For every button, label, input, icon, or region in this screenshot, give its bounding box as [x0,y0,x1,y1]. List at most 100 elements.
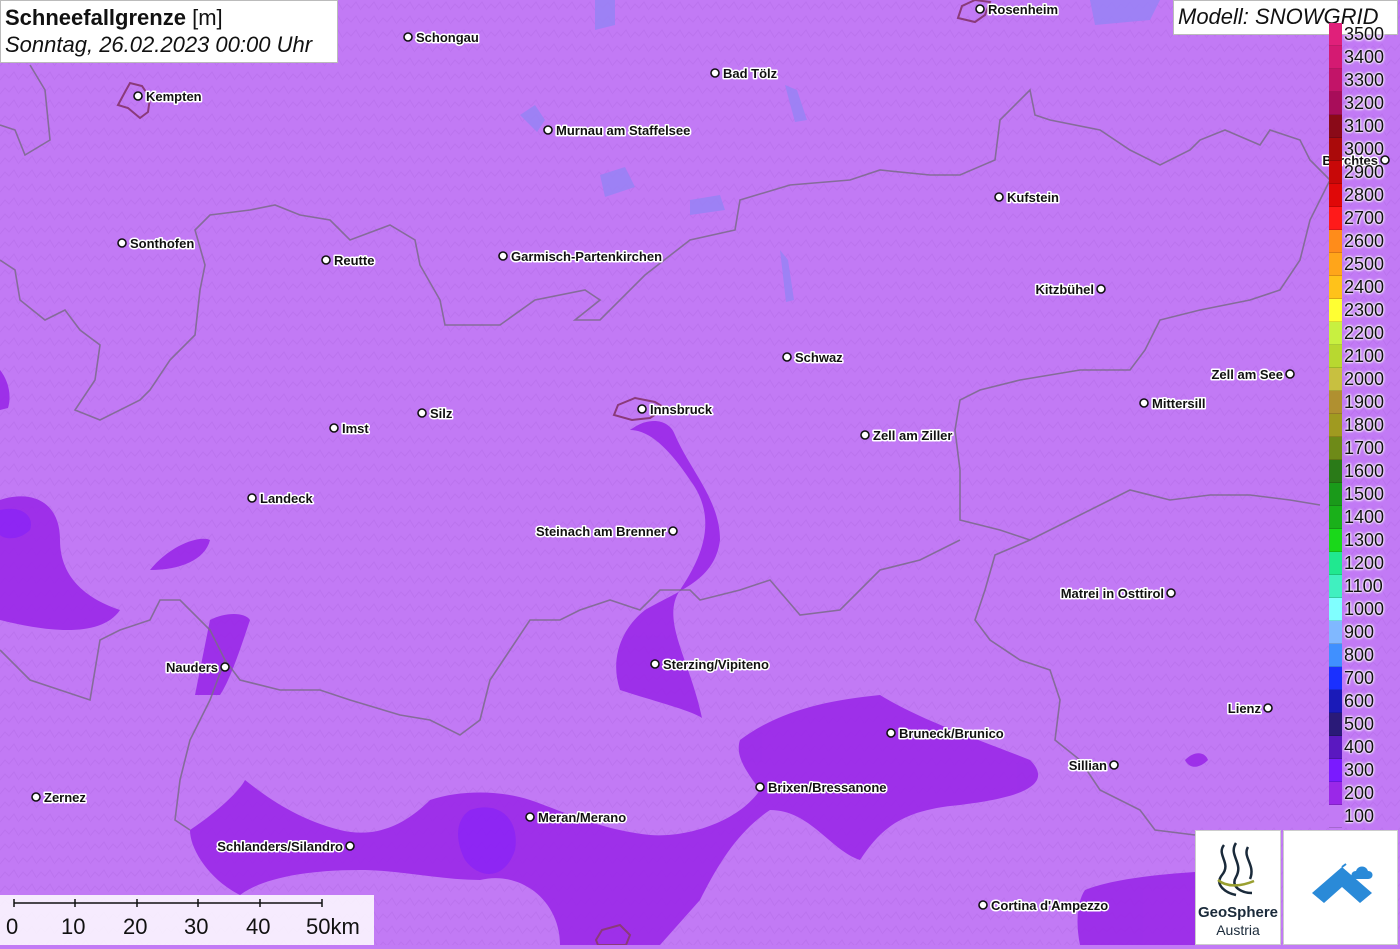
city-label: Reutte [334,253,374,268]
legend-swatch [1329,138,1342,161]
legend-swatch [1329,736,1342,759]
city-label: Murnau am Staffelsee [556,123,690,138]
legend-label: 300 [1344,760,1375,780]
legend-entry: 2700 [1329,207,1400,230]
legend-label: 700 [1344,668,1375,688]
city-marker[interactable]: Bruneck/Brunico [886,725,1005,743]
city-dot [321,255,331,265]
legend-swatch [1329,230,1342,253]
city-label: Kempten [146,89,202,104]
legend-swatch [1329,115,1342,138]
legend-entry: 200 [1329,782,1400,805]
city-marker[interactable]: Cortina d'Ampezzo [978,897,1110,915]
city-label: Innsbruck [650,402,713,417]
city-marker[interactable]: Rosenheim [975,1,1060,19]
legend-swatch [1329,483,1342,506]
city-marker[interactable]: Matrei in Osttirol [1059,585,1176,603]
scale-label: 30 [184,914,209,939]
legend-label: 2500 [1344,254,1385,274]
legend-entry: 1600 [1329,460,1400,483]
legend-swatch [1329,184,1342,207]
legend-label: 3200 [1344,93,1385,113]
city-dot [247,493,257,503]
city-dot [975,4,985,14]
city-label: Nauders [166,660,218,675]
city-label: Sillian [1069,758,1107,773]
city-marker[interactable]: Brixen/Bressanone [755,779,888,797]
city-label: Imst [342,421,369,436]
legend-swatch [1329,460,1342,483]
legend-label: 1000 [1344,599,1385,619]
city-marker[interactable]: Zell am Ziller [860,427,954,445]
legend-swatch [1329,437,1342,460]
city-dot [525,812,535,822]
snowgrid-logo[interactable] [1283,830,1398,945]
legend-swatch [1329,552,1342,575]
legend-entry: 1400 [1329,506,1400,529]
city-label: Kitzbühel [1036,282,1095,297]
legend-label: 800 [1344,645,1375,665]
city-dot [860,430,870,440]
legend-swatch [1329,529,1342,552]
legend-swatch [1329,92,1342,115]
legend-entry: 300 [1329,759,1400,782]
city-marker[interactable]: Schongau [403,29,480,47]
legend-swatch [1329,368,1342,391]
legend-entry: 1100 [1329,575,1400,598]
legend-entry: 800 [1329,644,1400,667]
city-marker[interactable]: Zell am See [1210,366,1295,384]
legend-entry: 700 [1329,667,1400,690]
legend-swatch [1329,759,1342,782]
city-marker[interactable]: Steinach am Brenner [534,523,678,541]
scale-label: 40 [246,914,271,939]
legend-entry: 100 [1329,805,1400,828]
legend-entry: 1700 [1329,437,1400,460]
city-dot [543,125,553,135]
legend-entry: 1500 [1329,483,1400,506]
city-dot [978,900,988,910]
legend-swatch [1329,598,1342,621]
legend-entry: 400 [1329,736,1400,759]
legend-swatch [1329,161,1342,184]
legend-swatch [1329,575,1342,598]
title-parameter: Schneefallgrenze [5,5,186,30]
legend-entry: 3000 [1329,138,1400,161]
city-dot [668,526,678,536]
city-marker[interactable]: Sonthofen [117,235,196,253]
scale-bar: 0 10 20 30 40 50km [0,895,374,945]
city-label: Kufstein [1007,190,1059,205]
legend-label: 500 [1344,714,1375,734]
city-dot [1096,284,1106,294]
city-label: Silz [430,406,453,421]
legend-swatch [1329,253,1342,276]
legend-label: 600 [1344,691,1375,711]
city-dot [345,841,355,851]
color-legend: 3500 3400 3300 3200 3100 3000 2900 2800 2700 2600… [1329,23,1400,832]
city-label: Steinach am Brenner [536,524,666,539]
city-label: Mittersill [1152,396,1205,411]
city-marker[interactable]: Schlanders/Silandro [216,838,355,856]
city-marker[interactable]: Garmisch-Partenkirchen [498,248,664,266]
city-dot [994,192,1004,202]
legend-label: 3400 [1344,47,1385,67]
geosphere-logo-name: GeoSphere [1197,904,1279,921]
city-marker[interactable]: Innsbruck [637,401,714,419]
geosphere-logo[interactable]: GeoSphere Austria [1195,830,1281,945]
city-dot [133,91,143,101]
city-marker[interactable]: Murnau am Staffelsee [543,122,692,140]
legend-entry: 900 [1329,621,1400,644]
legend-label: 1600 [1344,461,1385,481]
legend-entry: 3100 [1329,115,1400,138]
city-marker[interactable]: Meran/Merano [525,809,628,827]
city-dot [329,423,339,433]
legend-swatch [1329,345,1342,368]
map-canvas[interactable]: Schongau Rosenheim Bad Tölz Kempten Murnau a… [0,0,1400,945]
legend-swatch [1329,782,1342,805]
map-title: Schneefallgrenze [m] [5,4,333,31]
city-dot [1285,369,1295,379]
city-dot [650,659,660,669]
legend-label: 1500 [1344,484,1385,504]
city-marker[interactable]: Sterzing/Vipiteno [650,656,770,674]
legend-entry: 1000 [1329,598,1400,621]
city-label: Schlanders/Silandro [217,839,343,854]
